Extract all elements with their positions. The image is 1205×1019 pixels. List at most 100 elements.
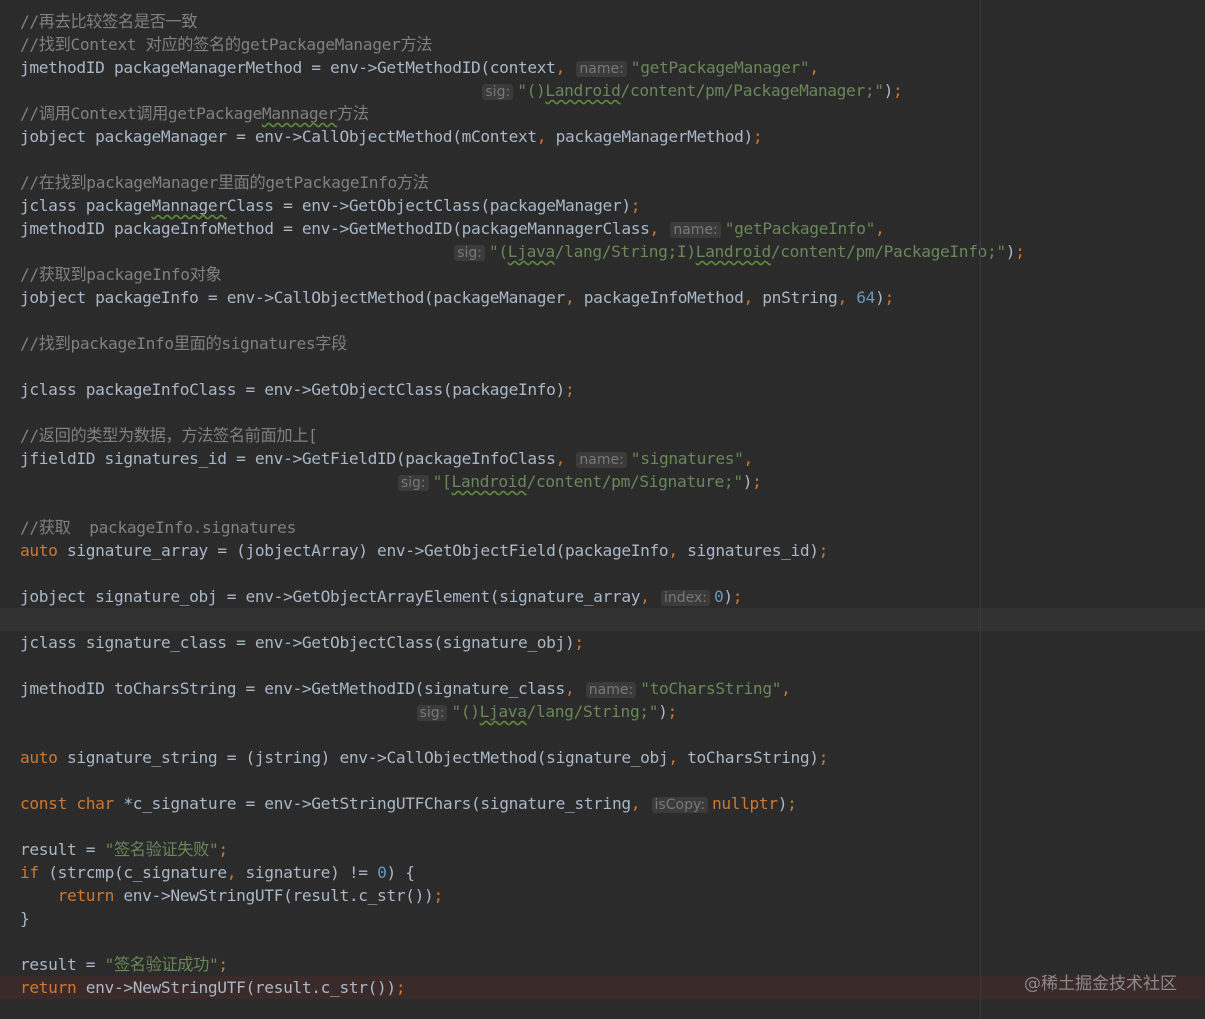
punctuation: , [809,58,819,77]
code-line[interactable] [0,723,1205,746]
code-line[interactable]: jmethodID packageInfoMethod = env->GetMe… [0,217,1205,240]
code-line[interactable] [0,148,1205,171]
code-line[interactable]: jobject signature_obj = env->GetObjectAr… [0,585,1205,608]
comment: //找到packageInfo里面的signatures字段 [20,334,347,353]
code-line[interactable]: result = "签名验证失败"; [0,838,1205,861]
code-line[interactable] [0,309,1205,332]
keyword: nullptr [711,794,778,813]
code-text: signature_array = (jobjectArray) env->Ge… [57,541,669,560]
code-text: jfieldID signatures_id = env->GetFieldID… [20,449,556,468]
code-line[interactable]: //获取 packageInfo.signatures [0,516,1205,539]
punctuation: , [564,288,575,307]
code-text: ) { [386,863,415,882]
code-line[interactable]: sig: "[Landroid/content/pm/Signature;"); [0,470,1205,493]
code-line[interactable] [0,608,1205,631]
code-text: } [20,909,30,928]
punctuation: , [564,679,575,698]
code-line[interactable]: jmethodID toCharsString = env->GetMethod… [0,677,1205,700]
code-line[interactable]: sig: "()Ljava/lang/String;"); [0,700,1205,723]
string-literal: "getPackageInfo" [724,219,876,238]
code-text: signatures_id) [677,541,819,560]
code-line[interactable] [0,562,1205,585]
code-text: jmethodID packageInfoMethod = env->GetMe… [20,219,650,238]
code-line[interactable]: //在找到packageManager里面的getPackageInfo方法 [0,171,1205,194]
comment: //返回的类型为数据，方法签名前面加上[ [20,426,318,445]
parameter-hint: name: [670,222,721,238]
punctuation: , [649,219,660,238]
punctuation: , [837,288,847,307]
code-line[interactable] [0,654,1205,677]
code-editor[interactable]: //再去比较签名是否一致 //找到Context 对应的签名的getPackage… [0,10,1205,999]
code-line[interactable]: auto signature_array = (jobjectArray) en… [0,539,1205,562]
punctuation: ; [630,196,641,215]
punctuation: ; [395,978,406,997]
punctuation: , [536,127,547,146]
code-line[interactable]: jfieldID signatures_id = env->GetFieldID… [0,447,1205,470]
punctuation: ; [218,840,228,859]
code-text: jmethodID packageManagerMethod = env->Ge… [20,58,556,77]
punctuation: ; [667,702,678,721]
punctuation: ; [218,955,228,974]
code-line[interactable]: jmethodID packageManagerMethod = env->Ge… [0,56,1205,79]
code-line[interactable] [0,930,1205,953]
code-line[interactable]: //调用Context调用getPackageMannager方法 [0,102,1205,125]
code-line[interactable]: //再去比较签名是否一致 [0,10,1205,33]
punctuation: ; [752,472,762,491]
code-line[interactable] [0,401,1205,424]
parameter-hint: isCopy: [651,797,708,813]
punctuation: ; [787,794,797,813]
punctuation: ; [732,587,743,606]
code-line[interactable]: //获取到packageInfo对象 [0,263,1205,286]
punctuation: , [781,679,791,698]
code-line[interactable]: return env->NewStringUTF(result.c_str())… [0,884,1205,907]
code-line[interactable]: if (strcmp(c_signature, signature) != 0)… [0,861,1205,884]
code-line[interactable]: jclass packageInfoClass = env->GetObject… [0,378,1205,401]
parameter-hint: sig: [482,84,514,100]
punctuation: , [668,541,678,560]
keyword: return [57,886,115,905]
code-line[interactable]: jobject packageManager = env->CallObject… [0,125,1205,148]
code-line[interactable]: const char *c_signature = env->GetString… [0,792,1205,815]
code-line[interactable]: sig: "()Landroid/content/pm/PackageManage… [0,79,1205,102]
comment: 方法 [337,104,369,123]
punctuation: ; [818,748,829,767]
code-text: ) [658,702,668,721]
punctuation: , [875,219,885,238]
comment: //调用Context调用getPackage [20,104,262,123]
code-line[interactable]: sig: "(Ljava/lang/String;I)Landroid/conte… [0,240,1205,263]
parameter-hint: sig: [397,475,429,491]
parameter-hint: sig: [454,245,485,261]
code-line[interactable] [0,769,1205,792]
parameter-hint: name: [576,61,627,77]
punctuation: , [640,587,650,606]
string-literal: "toCharsString" [640,679,782,698]
code-line[interactable]: jclass packageMannagerClass = env->GetOb… [0,194,1205,217]
code-line[interactable]: //找到packageInfo里面的signatures字段 [0,332,1205,355]
code-line[interactable]: auto signature_string = (jstring) env->C… [0,746,1205,769]
parameter-hint: sig: [416,705,448,721]
code-line[interactable]: //返回的类型为数据，方法签名前面加上[ [0,424,1205,447]
string-literal: /lang/String;" [526,702,659,721]
punctuation: ; [433,886,443,905]
code-text: signature) != [236,863,378,882]
keyword: auto [20,748,58,767]
code-line[interactable] [0,355,1205,378]
keyword: const char [20,794,114,813]
code-line[interactable]: //找到Context 对应的签名的getPackageManager方法 [0,33,1205,56]
typo-in-string: Ljava [507,242,555,261]
code-text: jobject signature_obj = env->GetObjectAr… [20,587,641,606]
right-margin-guide [980,0,981,1019]
code-line[interactable]: jclass signature_class = env->GetObjectC… [0,631,1205,654]
code-line[interactable] [0,493,1205,516]
code-line[interactable] [0,815,1205,838]
code-line[interactable]: } [0,907,1205,930]
code-line[interactable]: jobject packageInfo = env->CallObjectMet… [0,286,1205,309]
code-text: *c_signature = env->GetStringUTFChars(si… [113,794,631,813]
